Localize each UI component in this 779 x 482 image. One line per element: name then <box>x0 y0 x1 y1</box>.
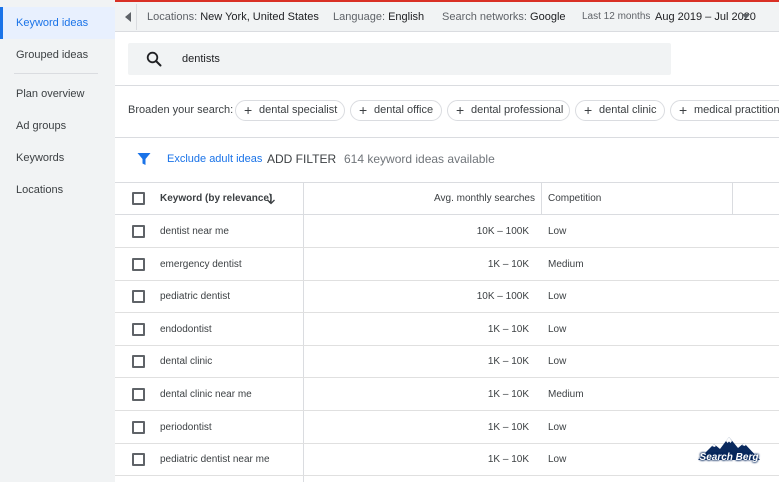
keyword-search-box[interactable]: dentists <box>128 43 671 75</box>
language-criterion[interactable]: Language: English <box>333 2 424 32</box>
competition-cell: Low <box>548 422 567 433</box>
competition-cell: Low <box>548 291 567 302</box>
broaden-chip-dental-specialist[interactable]: + dental specialist <box>235 100 345 121</box>
row-checkbox[interactable] <box>132 323 145 336</box>
keyword-column-header[interactable]: Keyword (by relevance) <box>160 183 272 214</box>
competition-cell: Low <box>548 356 567 367</box>
date-range-selector[interactable]: Aug 2019 – Jul 2020 <box>655 2 756 32</box>
row-checkbox[interactable] <box>132 355 145 368</box>
triangle-left-icon <box>124 12 131 22</box>
competition-cell: Medium <box>548 389 584 400</box>
search-query[interactable]: dentists <box>182 43 220 75</box>
table-row[interactable]: dental clinic 1K – 10K Low <box>115 345 779 378</box>
sidebar: Keyword ideas Grouped ideas Plan overvie… <box>0 0 115 482</box>
search-networks-label: Search networks: <box>442 11 527 23</box>
column-divider <box>732 183 733 214</box>
keyword-cell: dentist near me <box>160 226 229 237</box>
divider <box>115 85 779 86</box>
broaden-chip-dental-clinic[interactable]: + dental clinic <box>575 100 665 121</box>
exclude-adult-ideas-link[interactable]: Exclude adult ideas <box>167 151 262 167</box>
keyword-cell: periodontist <box>160 422 212 433</box>
competition-cell: Medium <box>548 259 584 270</box>
row-checkbox[interactable] <box>132 258 145 271</box>
sidebar-item-locations[interactable]: Locations <box>0 174 115 206</box>
avg-monthly-searches-cell: 1K – 10K <box>487 454 529 465</box>
avg-monthly-searches-cell: 1K – 10K <box>487 356 529 367</box>
row-checkbox[interactable] <box>132 453 145 466</box>
broaden-chip-dental-office[interactable]: + dental office <box>350 100 442 121</box>
locations-label: Locations: <box>147 11 198 23</box>
broaden-chip-dental-professional[interactable]: + dental professional <box>447 100 570 121</box>
main-panel: Locations: New York, United States Langu… <box>115 0 779 482</box>
keyword-cell: pediatric dentist near me <box>160 454 270 465</box>
arrow-down-icon[interactable] <box>266 193 276 205</box>
table-row[interactable]: pediatric dentist near me 1K – 10K Low <box>115 443 779 476</box>
avg-monthly-searches-cell: 10K – 100K <box>476 226 529 237</box>
plus-icon: + <box>456 102 465 118</box>
table-row[interactable]: pediatric dentist 10K – 100K Low <box>115 280 779 313</box>
plus-icon: + <box>584 102 593 118</box>
add-filter-button[interactable]: ADD FILTER <box>267 150 336 168</box>
keyword-cell: emergency dentist <box>160 259 242 270</box>
search-icon <box>146 51 162 67</box>
table-row[interactable]: endodontist 1K – 10K Low <box>115 313 779 346</box>
avg-monthly-searches-cell: 1K – 10K <box>487 422 529 433</box>
competition-cell: Low <box>548 324 567 335</box>
broaden-chip-medical-practitioner[interactable]: + medical practitioner <box>670 100 779 121</box>
chip-label: medical practitioner <box>694 104 779 116</box>
avg-monthly-searches-column-header[interactable]: Avg. monthly searches <box>303 183 535 214</box>
select-all-checkbox[interactable] <box>132 192 145 205</box>
sidebar-item-ad-groups[interactable]: Ad groups <box>0 110 115 142</box>
caret-down-icon[interactable] <box>742 14 750 19</box>
plus-icon: + <box>359 102 368 118</box>
keyword-cell: endodontist <box>160 324 212 335</box>
search-networks-value: Google <box>530 11 566 23</box>
locations-criterion[interactable]: Locations: New York, United States <box>147 2 319 32</box>
avg-monthly-searches-cell: 1K – 10K <box>487 389 529 400</box>
criteria-bar: Locations: New York, United States Langu… <box>115 0 779 32</box>
column-divider <box>541 183 542 214</box>
avg-monthly-searches-cell: 1K – 10K <box>487 324 529 335</box>
collapse-sidebar-button[interactable] <box>119 4 137 30</box>
sidebar-item-keyword-ideas[interactable]: Keyword ideas <box>0 7 115 39</box>
table-row[interactable]: dentist near me 10K – 100K Low <box>115 215 779 248</box>
keyword-ideas-count: 614 keyword ideas available <box>344 152 495 166</box>
chip-label: dental specialist <box>259 104 338 116</box>
row-checkbox[interactable] <box>132 225 145 238</box>
sidebar-divider <box>14 73 98 74</box>
date-range-value: Aug 2019 – Jul 2020 <box>655 11 756 23</box>
chip-label: dental office <box>374 104 434 116</box>
chip-label: dental clinic <box>599 104 657 116</box>
keyword-cell: dental clinic near me <box>160 389 252 400</box>
row-checkbox[interactable] <box>132 290 145 303</box>
keyword-cell: pediatric dentist <box>160 291 231 302</box>
search-networks-criterion[interactable]: Search networks: Google <box>442 2 566 32</box>
sidebar-item-grouped-ideas[interactable]: Grouped ideas <box>0 39 115 71</box>
divider <box>115 137 779 138</box>
search-berg-logo-text: Search Berg <box>699 452 759 463</box>
avg-monthly-searches-cell: 1K – 10K <box>487 259 529 270</box>
sidebar-item-keywords[interactable]: Keywords <box>0 142 115 174</box>
filter-funnel-icon[interactable] <box>137 152 151 166</box>
chip-label: dental professional <box>471 104 564 116</box>
competition-cell: Low <box>548 226 567 237</box>
avg-monthly-searches-cell: 10K – 100K <box>476 291 529 302</box>
row-checkbox[interactable] <box>132 421 145 434</box>
sidebar-item-plan-overview[interactable]: Plan overview <box>0 78 115 110</box>
table-row[interactable]: periodontist 1K – 10K Low <box>115 411 779 444</box>
plus-icon: + <box>244 102 253 118</box>
competition-cell: Low <box>548 454 567 465</box>
language-value: English <box>388 11 425 23</box>
period-label: Last 12 months <box>582 11 651 22</box>
language-label: Language: <box>333 11 385 23</box>
row-checkbox[interactable] <box>132 388 145 401</box>
competition-column-header[interactable]: Competition <box>548 183 601 214</box>
table-row[interactable]: emergency dentist 1K – 10K Medium <box>115 248 779 281</box>
broaden-search-label: Broaden your search: <box>128 104 234 116</box>
keyword-cell: dental clinic <box>160 356 213 367</box>
locations-value: New York, United States <box>200 11 319 23</box>
table-row[interactable]: dental clinic near me 1K – 10K Medium <box>115 378 779 411</box>
plus-icon: + <box>679 102 688 118</box>
